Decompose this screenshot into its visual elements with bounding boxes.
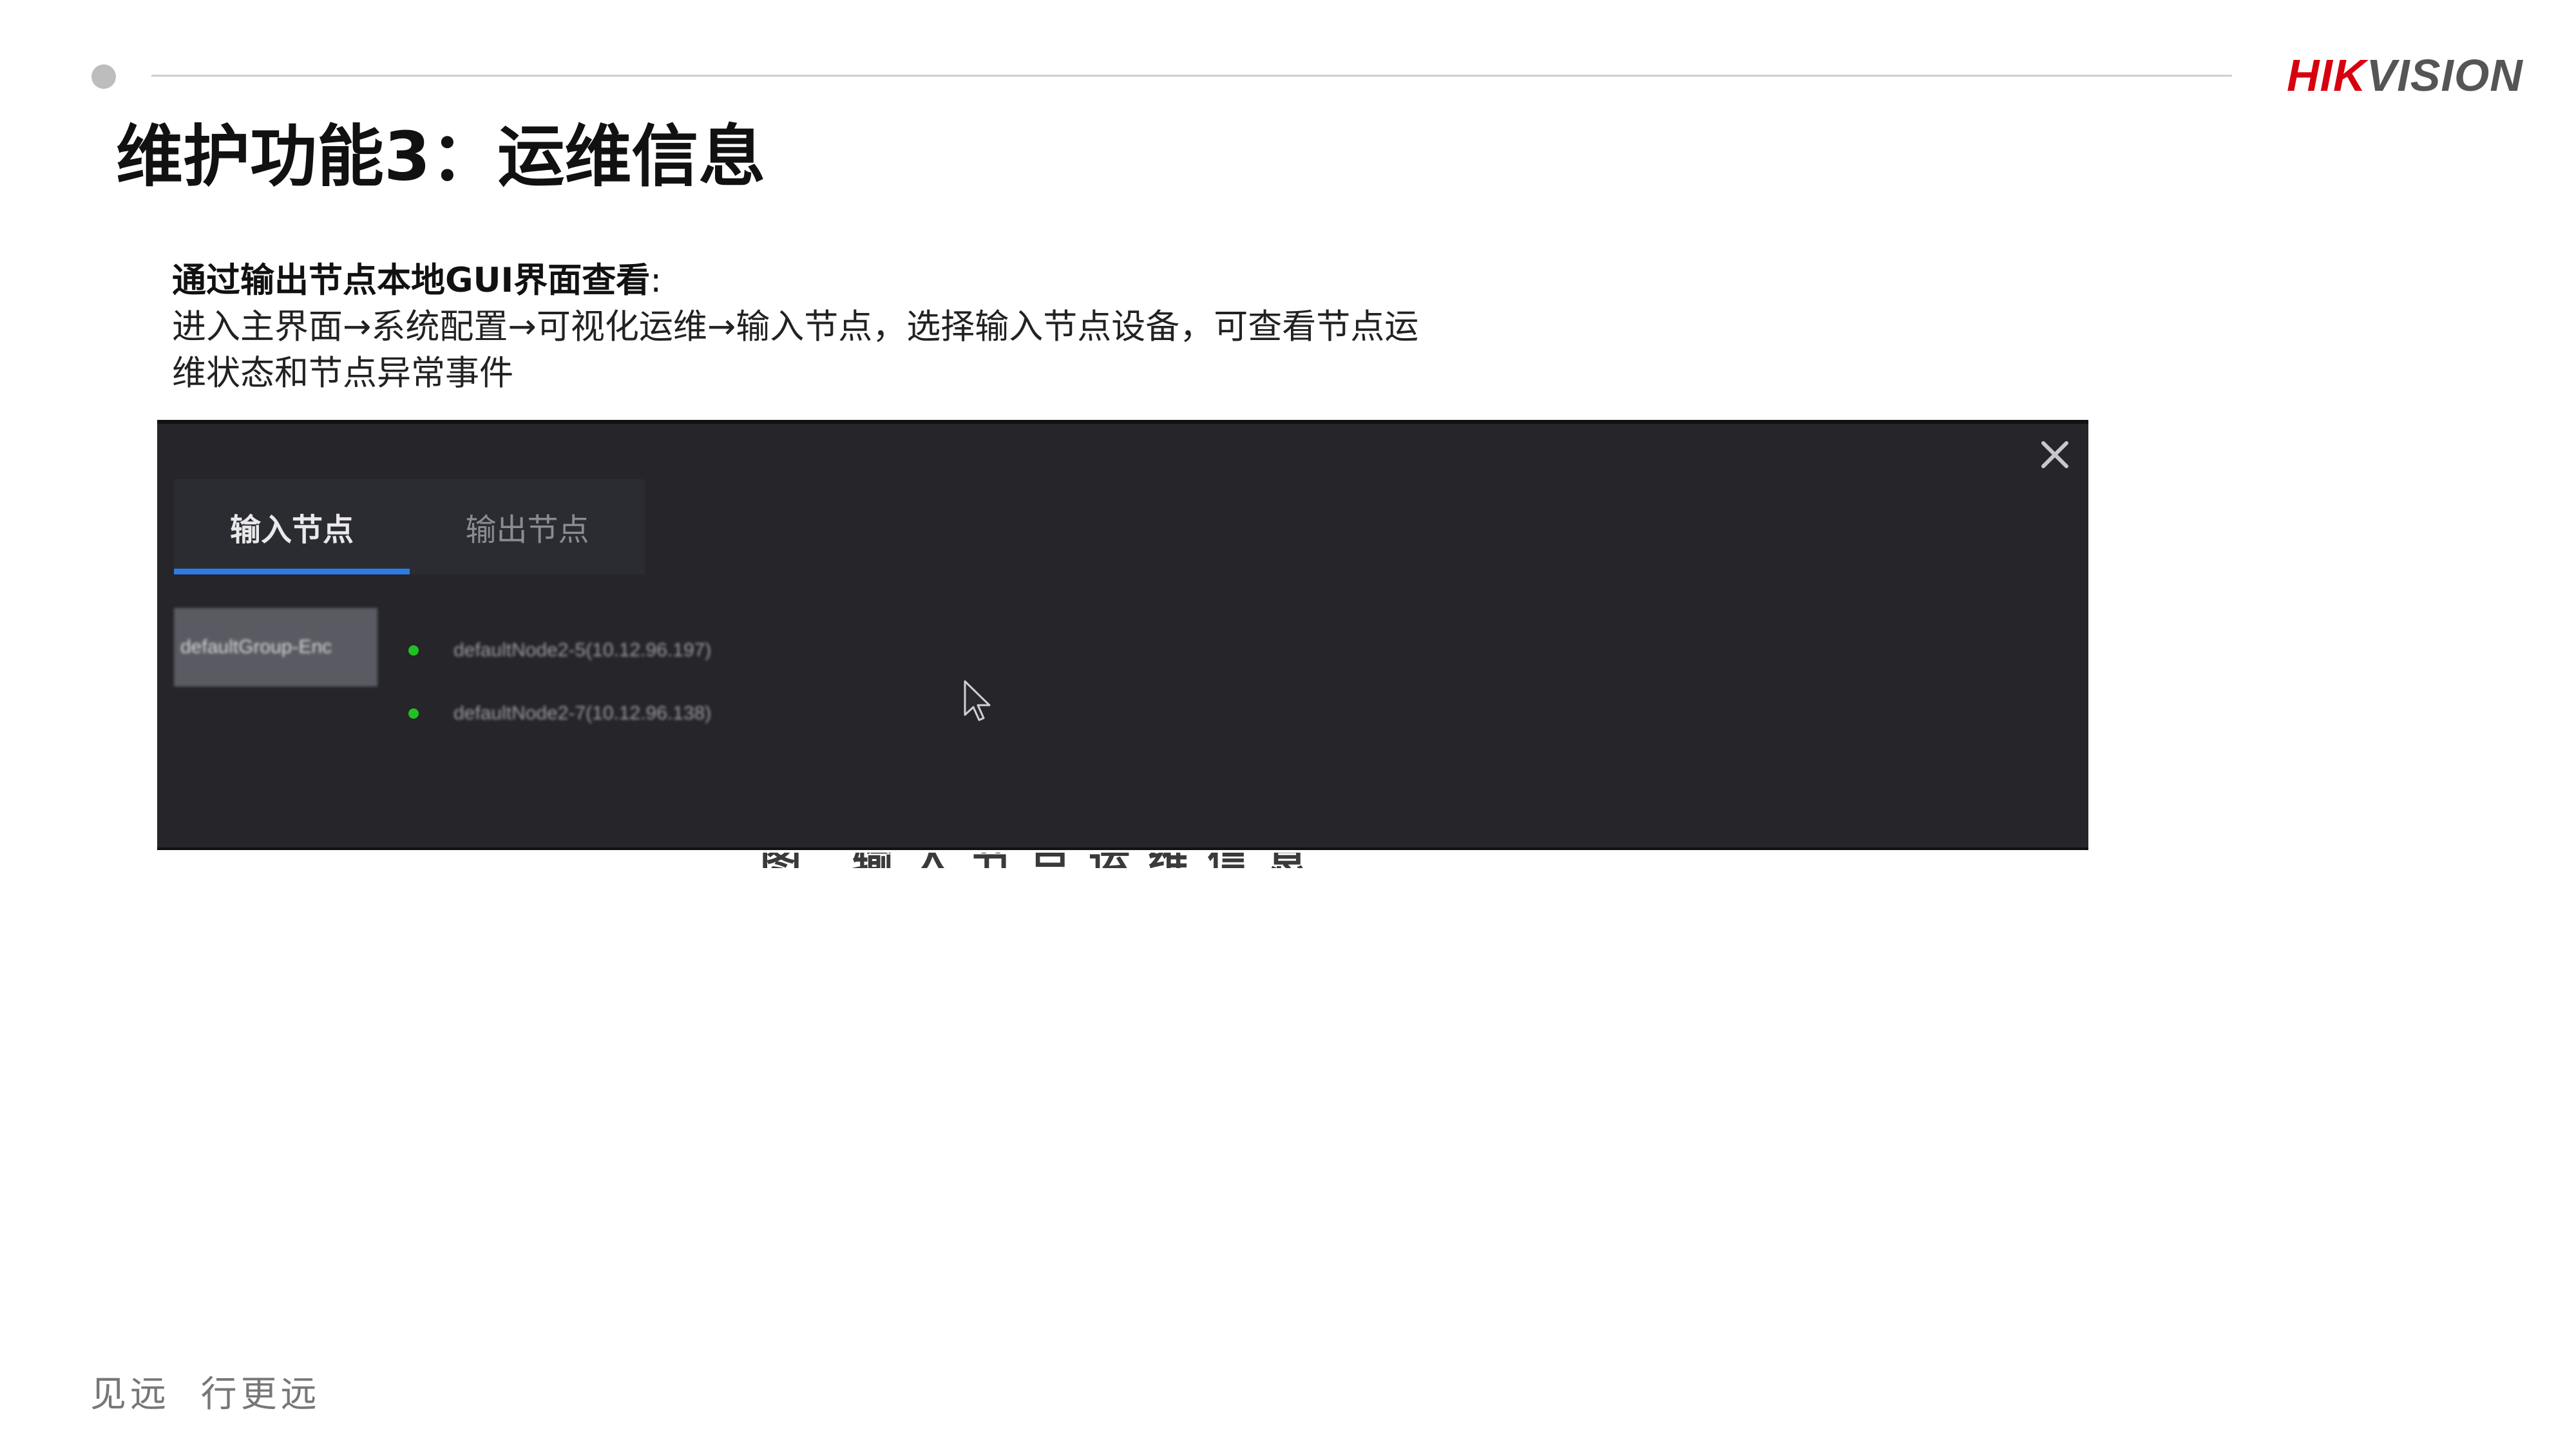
header-dot — [91, 64, 116, 89]
instructions-heading: 通过输出节点本地GUI界面查看: — [172, 258, 1621, 304]
close-button[interactable] — [2036, 435, 2074, 474]
footer-slogan: 见远 行更远 — [90, 1374, 321, 1416]
logo-part-vision: VISION — [2366, 50, 2523, 100]
figure-caption-text: 图 输入节点运维信息 — [760, 853, 1326, 868]
logo-part-hik: HIK — [2287, 50, 2367, 100]
header-divider — [151, 75, 2232, 77]
instructions-heading-text: 通过输出节点本地GUI界面查看 — [172, 261, 651, 300]
hikvision-logo: HIKVISION — [2287, 49, 2523, 102]
status-online-icon — [408, 645, 419, 656]
close-icon — [2041, 441, 2068, 468]
page-title: 维护功能3：运维信息 — [116, 117, 766, 196]
tab-output-node[interactable]: 输出节点 — [410, 479, 645, 574]
node-label: defaultNode2-7(10.12.96.138) — [453, 703, 712, 724]
mouse-pointer-icon — [964, 680, 991, 721]
instructions: 通过输出节点本地GUI界面查看: 进入主界面→系统配置→可视化运维→输入节点，选… — [172, 258, 1621, 397]
gui-screenshot-panel: 输入节点 输出节点 defaultGroup-Enc defaultNode2-… — [157, 420, 2088, 850]
instructions-line-1: 进入主界面→系统配置→可视化运维→输入节点，选择输入节点设备，可查看节点运 — [172, 307, 1419, 346]
instructions-heading-colon: : — [650, 261, 662, 300]
node-label: defaultNode2-5(10.12.96.197) — [453, 639, 712, 661]
figure-caption: 图 输入节点运维信息 — [760, 853, 1494, 868]
instructions-line-2: 维状态和节点异常事件 — [172, 354, 513, 393]
node-tab-bar: 输入节点 输出节点 — [174, 479, 645, 574]
node-list-item[interactable]: defaultNode2-5(10.12.96.197) — [408, 631, 711, 670]
node-list-item[interactable]: defaultNode2-7(10.12.96.138) — [408, 694, 711, 733]
group-list-item[interactable]: defaultGroup-Enc — [174, 608, 377, 687]
status-online-icon — [408, 708, 419, 719]
tab-input-node[interactable]: 输入节点 — [174, 479, 410, 574]
